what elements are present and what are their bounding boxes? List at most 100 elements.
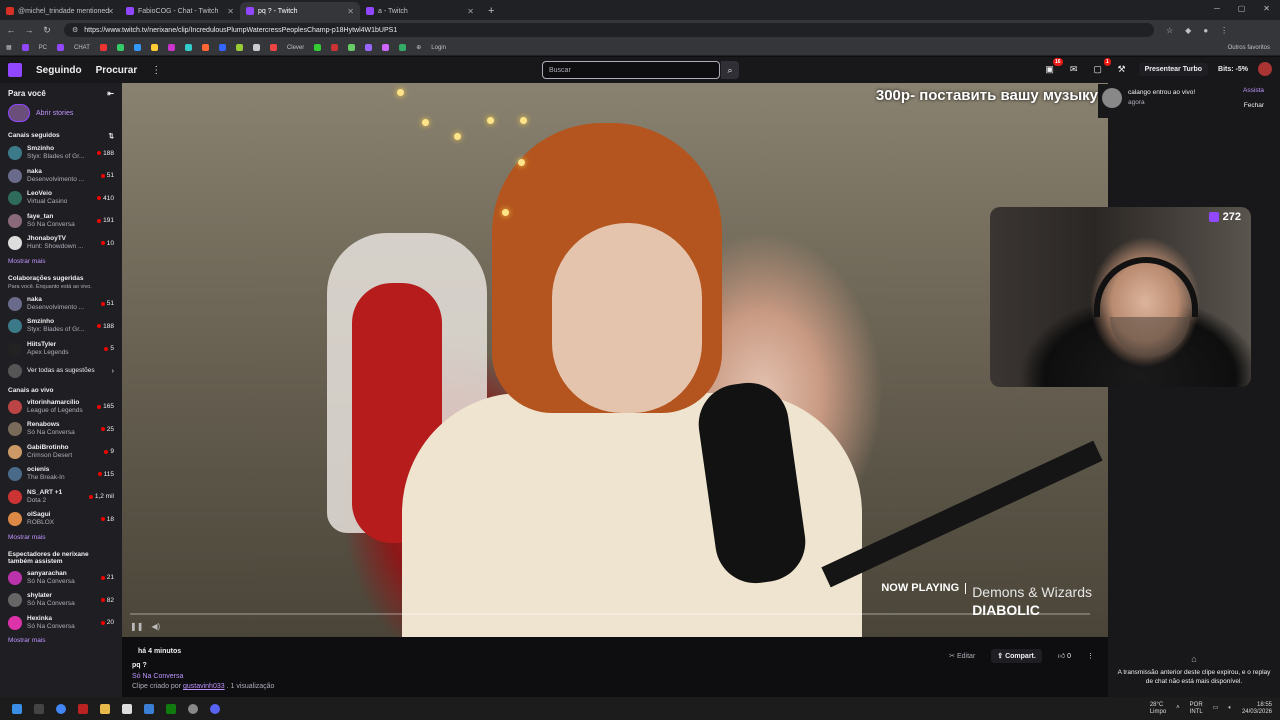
sidebar-channel-suggested[interactable]: HiitsTyler Apex Legends 5 <box>0 338 122 361</box>
edit-button[interactable]: ✂ Editar <box>943 649 981 663</box>
sidebar-channel-followed[interactable]: faye_tan Só Na Conversa 191 <box>0 210 122 233</box>
sidebar-channel-live[interactable]: NS_ART +1 Dota 2 1,2 mil <box>0 486 122 509</box>
whispers-icon[interactable]: ▢ 1 <box>1091 58 1111 76</box>
more-options-icon[interactable]: ⋮ <box>1087 652 1094 660</box>
clip-creator-link[interactable]: gustavinh033 <box>183 683 225 690</box>
browser-tab[interactable]: FabioCOG - Chat - Twitch ✕ <box>120 2 240 20</box>
tray-chevron-icon[interactable]: ˄ <box>1176 705 1180 712</box>
inbox-icon[interactable]: ✉ <box>1067 62 1081 76</box>
bookmark-icon[interactable] <box>218 44 226 51</box>
search-input[interactable]: Buscar <box>542 61 720 79</box>
sidebar-channel-live[interactable]: GabiBrotinho Crimson Desert 9 <box>0 441 122 464</box>
bookmark-chat[interactable]: CHAT <box>74 45 90 51</box>
browser-tab-active[interactable]: pq ? - Twitch ✕ <box>240 2 360 20</box>
bookmark-icon[interactable] <box>269 44 277 51</box>
sidebar-channel-viewerslist[interactable]: Hexinka Só Na Conversa 20 <box>0 612 122 635</box>
sidebar-channel-followed[interactable]: JhonaboyTV Hunt: Showdown ... 10 <box>0 232 122 255</box>
sidebar-channel-live[interactable]: olSagui ROBLOX 18 <box>0 508 122 531</box>
forward-icon[interactable]: → <box>22 25 36 35</box>
share-button[interactable]: ⇪ Compart. <box>991 648 1042 663</box>
more-icon[interactable]: ⋮ <box>151 65 161 76</box>
bookmark-icon[interactable] <box>184 44 192 51</box>
chrome-icon[interactable] <box>56 703 66 714</box>
close-icon[interactable]: ✕ <box>227 7 234 16</box>
show-more-link[interactable]: Mostrar mais <box>0 634 122 650</box>
bookmark-login[interactable]: Login <box>431 45 446 51</box>
profile-icon[interactable]: ● <box>1203 26 1208 35</box>
network-icon[interactable]: ▭ <box>1213 705 1219 712</box>
search-icon[interactable]: ⌕ <box>721 61 739 79</box>
browser-tab[interactable]: a - Twitch ✕ <box>360 2 480 20</box>
sidebar-channel-live[interactable]: Renabows Só Na Conversa 25 <box>0 418 122 441</box>
store-icon[interactable] <box>122 703 132 714</box>
sidebar-channel-viewerslist[interactable]: sanyarachan Só Na Conversa 21 <box>0 567 122 590</box>
back-icon[interactable]: ← <box>4 25 18 35</box>
file-explorer-icon[interactable] <box>100 703 110 714</box>
show-more-link[interactable]: Mostrar mais <box>0 255 122 271</box>
language-indicator[interactable]: POR INTL <box>1190 702 1203 716</box>
bookmark-icon[interactable] <box>116 44 124 51</box>
sidebar-channel-followed[interactable]: LeoVeio Virtual Casino 410 <box>0 187 122 210</box>
close-icon[interactable]: ✕ <box>107 7 114 16</box>
bookmark-icon[interactable] <box>399 44 407 51</box>
windows-start-icon[interactable] <box>12 703 22 714</box>
user-avatar[interactable] <box>1258 62 1272 76</box>
extension-icon[interactable]: ◆ <box>1185 26 1191 35</box>
close-icon[interactable]: ✕ <box>347 7 354 16</box>
sort-icon[interactable]: ⇅ <box>109 132 114 140</box>
close-icon[interactable]: ✕ <box>467 7 474 16</box>
sidebar-channel-live[interactable]: ocienis The Break-In 115 <box>0 463 122 486</box>
clip-category[interactable]: Só Na Conversa <box>132 673 183 680</box>
gift-turbo-button[interactable]: Presentear Turbo <box>1138 62 1209 76</box>
nav-following[interactable]: Seguindo <box>36 65 82 76</box>
watch-button[interactable]: Assista <box>1243 87 1264 94</box>
bookmark-icon[interactable] <box>21 44 29 51</box>
bookmark-icon[interactable] <box>57 44 65 51</box>
bookmark-icon[interactable] <box>252 44 260 51</box>
bookmark-icon[interactable] <box>314 44 322 51</box>
xbox-icon[interactable] <box>166 703 176 714</box>
bookmark-icon[interactable] <box>365 44 373 51</box>
sidebar-channel-suggested[interactable]: naka Desenvolvimento ... 51 <box>0 293 122 316</box>
stories-button[interactable]: Abrir stories <box>0 102 122 128</box>
bookmark-icon[interactable] <box>167 44 175 51</box>
menu-icon[interactable]: ⋮ <box>1220 26 1228 35</box>
volume-icon[interactable]: 🔈︎ <box>1228 705 1232 712</box>
weather-widget[interactable]: 28°C Limpo <box>1150 702 1166 716</box>
apps-icon[interactable]: ▦ <box>6 44 12 51</box>
bits-button[interactable]: Bits: -5% <box>1218 66 1248 73</box>
task-view-icon[interactable] <box>34 703 44 714</box>
bookmark-clever[interactable]: Clever <box>287 45 304 51</box>
notifications-icon[interactable]: ▣ 16 <box>1043 58 1063 76</box>
see-all-suggestions[interactable]: Ver todas as sugestões › <box>0 360 122 383</box>
app-icon[interactable] <box>78 703 88 714</box>
reload-icon[interactable]: ↻ <box>40 25 54 36</box>
bookmark-icon[interactable] <box>382 44 390 51</box>
bookmark-icon[interactable] <box>150 44 158 51</box>
video-player[interactable]: 300р- поставить вашу музыку ❚❚ ◀) NOW PL… <box>122 83 1108 637</box>
twitch-logo-icon[interactable] <box>8 63 22 77</box>
bookmark-icon[interactable] <box>331 44 339 51</box>
extension-icon[interactable]: ⚒ <box>1115 62 1129 76</box>
show-more-link[interactable]: Mostrar mais <box>0 531 122 547</box>
maximize-icon[interactable]: ▢ <box>1238 4 1246 13</box>
minimize-icon[interactable]: ─ <box>1214 4 1220 13</box>
volume-icon[interactable]: ◀) <box>151 622 160 631</box>
url-field[interactable]: ⚙ https://www.twitch.tv/nerixane/clip/In… <box>64 23 1154 37</box>
bookmark-pc[interactable]: PC <box>39 45 47 51</box>
discord-icon[interactable] <box>210 703 220 714</box>
new-tab-icon[interactable]: + <box>488 2 494 20</box>
collapse-icon[interactable]: ⇤ <box>107 89 114 98</box>
browser-tab[interactable]: @michel_trindade mentioned ✕ <box>0 2 120 20</box>
close-window-icon[interactable]: ✕ <box>1263 4 1270 13</box>
bookmark-icon[interactable] <box>99 44 107 51</box>
pause-icon[interactable]: ❚❚ <box>130 622 143 631</box>
sidebar-channel-suggested[interactable]: Smzinho Styx: Blades of Gr... 188 <box>0 315 122 338</box>
nav-browse[interactable]: Procurar <box>96 65 138 76</box>
bookmark-icon[interactable] <box>348 44 356 51</box>
bookmark-icon[interactable] <box>201 44 209 51</box>
sidebar-channel-followed[interactable]: naka Desenvolvimento ... 51 <box>0 165 122 188</box>
star-icon[interactable]: ☆ <box>1166 26 1173 35</box>
other-bookmarks[interactable]: Outros favoritos <box>1228 45 1270 51</box>
bookmark-icon[interactable] <box>133 44 141 51</box>
